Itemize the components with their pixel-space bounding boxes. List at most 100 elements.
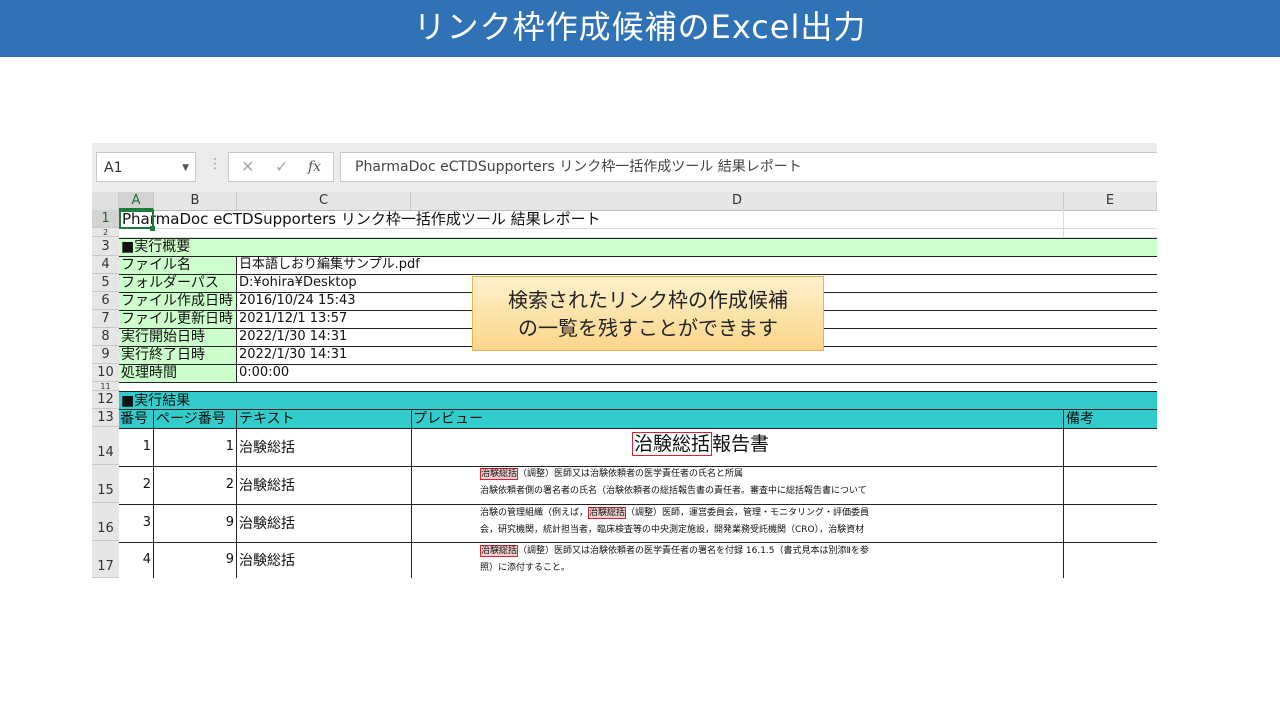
cancel-icon[interactable]: ✕ [241, 157, 254, 176]
border [119, 364, 1157, 365]
preview-text: （調整）医師又は治験依頼者の医学責任者の署名を付録 16.1.5（書式見本は別添… [518, 546, 869, 556]
row-header[interactable]: 12 [92, 391, 119, 409]
row-header[interactable]: 1 [92, 210, 119, 228]
summary-label[interactable]: ファイル更新日時 [119, 310, 237, 328]
summary-header[interactable]: ■実行概要 [119, 238, 1157, 256]
result-number[interactable]: 1 [119, 428, 151, 466]
gridline [119, 228, 1157, 229]
border [411, 410, 412, 578]
border [119, 382, 1157, 383]
column-header-e[interactable]: E [1064, 192, 1157, 210]
summary-value[interactable]: 日本語しおり編集サンプル.pdf [237, 256, 637, 274]
summary-label[interactable]: フォルダーパス [119, 274, 237, 292]
formula-bar: A1 ▼ ⋮ ✕ ✓ fx PharmaDoc eCTDSupporters リ… [92, 143, 1157, 192]
results-column-header[interactable]: 番号 [119, 410, 154, 428]
preview-line: 照）に添付すること。 [480, 563, 571, 573]
result-text[interactable]: 治験総括 [237, 504, 411, 542]
row-header[interactable]: 17 [92, 541, 119, 578]
result-text[interactable]: 治験総括 [237, 466, 411, 504]
result-page[interactable]: 9 [154, 504, 234, 542]
border [236, 256, 237, 382]
results-column-header[interactable]: 備考 [1064, 410, 1157, 428]
row-header[interactable]: 5 [92, 274, 119, 292]
more-options-icon[interactable]: ⋮ [208, 156, 222, 172]
summary-label[interactable]: 実行終了日時 [119, 346, 237, 364]
result-page[interactable]: 9 [154, 542, 234, 578]
border [119, 409, 1157, 410]
row-header[interactable]: 3 [92, 237, 119, 256]
result-number[interactable]: 4 [119, 542, 151, 578]
result-number[interactable]: 2 [119, 466, 151, 504]
preview-highlight: 治験総括 [632, 432, 713, 456]
border [119, 542, 1157, 543]
row-header[interactable]: 6 [92, 292, 119, 310]
fill-handle[interactable] [150, 226, 155, 231]
preview-highlight: 治験総括 [480, 468, 519, 480]
preview-highlight: 治験総括 [588, 507, 627, 519]
preview-line: 治験総括（調整）医師又は治験依頼者の医学責任者の署名を付録 16.1.5（書式見… [480, 543, 869, 557]
row-header[interactable]: 2 [92, 228, 119, 237]
preview-line: 会，研究機関，統計担当者，臨床検査等の中央測定施設，開発業務受託機関（CRO），… [480, 525, 865, 535]
results-header[interactable]: ■実行結果 [119, 392, 1157, 410]
preview-text: （調整）医師，運営委員会，管理・モニタリング・評価委員 [626, 508, 870, 518]
callout-box: 検索されたリンク枠の作成候補 の一覧を残すことができます [472, 276, 824, 351]
formula-input[interactable]: PharmaDoc eCTDSupporters リンク枠一括作成ツール 結果レ… [340, 152, 1157, 182]
result-text[interactable]: 治験総括 [237, 542, 411, 578]
border [1063, 410, 1064, 578]
summary-label[interactable]: 実行開始日時 [119, 328, 237, 346]
formula-buttons: ✕ ✓ fx [228, 152, 334, 182]
row-header[interactable]: 11 [92, 382, 119, 391]
select-all-corner[interactable] [92, 192, 119, 210]
row-header[interactable]: 14 [92, 427, 119, 465]
border [119, 274, 1157, 275]
column-header-a[interactable]: A [119, 192, 154, 210]
function-icon[interactable]: fx [308, 159, 321, 175]
row-header[interactable]: 9 [92, 346, 119, 364]
result-page[interactable]: 2 [154, 466, 234, 504]
callout-line: 検索されたリンク枠の作成候補 [508, 288, 788, 312]
excel-screenshot: A1 ▼ ⋮ ✕ ✓ fx PharmaDoc eCTDSupporters リ… [92, 143, 1157, 578]
column-header-c[interactable]: C [237, 192, 411, 210]
summary-label[interactable]: 処理時間 [119, 364, 237, 382]
row-headers: 1 2 3 4 5 6 7 8 9 10 11 12 13 14 15 16 1… [92, 210, 119, 578]
preview-line: 治験総括（調整）医師又は治験依頼者の医学責任者の氏名と所属 [480, 466, 744, 480]
row-header[interactable]: 13 [92, 409, 119, 427]
name-box-value: A1 [104, 160, 123, 176]
name-box[interactable]: A1 ▼ [96, 152, 196, 182]
preview-line: 治験の管理組織（例えば，治験総括（調整）医師，運営委員会，管理・モニタリング・評… [480, 505, 870, 519]
results-column-header[interactable]: ページ番号 [154, 410, 237, 428]
active-cell-outline [119, 210, 154, 229]
border [119, 466, 1157, 467]
result-text[interactable]: 治験総括 [237, 428, 411, 466]
preview-text: 報告書 [712, 433, 770, 455]
border [119, 391, 1157, 392]
preview-line: 治験依頼者側の署名者の氏名（治験依頼者の総括報告書の責任者。審査中に総括報告書に… [480, 486, 867, 496]
column-headers: A B C D E [92, 192, 1157, 211]
result-number[interactable]: 3 [119, 504, 151, 542]
row-header[interactable]: 4 [92, 256, 119, 274]
slide-title: リンク枠作成候補のExcel出力 [413, 8, 867, 46]
preview-heading: 治験総括 報告書 [632, 429, 769, 456]
row-header[interactable]: 16 [92, 503, 119, 541]
row-header[interactable]: 7 [92, 310, 119, 328]
row-header[interactable]: 8 [92, 328, 119, 346]
row-header[interactable]: 10 [92, 364, 119, 382]
results-column-header[interactable]: テキスト [237, 410, 411, 428]
border [119, 504, 1157, 505]
summary-value[interactable]: 0:00:00 [237, 364, 637, 382]
result-page[interactable]: 1 [154, 428, 234, 466]
callout-line: の一覧を残すことができます [518, 316, 778, 340]
border [153, 410, 154, 578]
preview-text: （調整）医師又は治験依頼者の医学責任者の氏名と所属 [518, 469, 744, 479]
row-header[interactable]: 15 [92, 465, 119, 503]
summary-label[interactable]: ファイル作成日時 [119, 292, 237, 310]
enter-icon[interactable]: ✓ [275, 157, 288, 176]
column-header-d[interactable]: D [411, 192, 1064, 210]
chevron-down-icon[interactable]: ▼ [182, 153, 189, 183]
border [119, 238, 1157, 239]
summary-label[interactable]: ファイル名 [119, 256, 237, 274]
preview-highlight: 治験総括 [480, 545, 519, 557]
sheet-title-cell[interactable]: PharmaDoc eCTDSupporters リンク枠一括作成ツール 結果レ… [119, 210, 1157, 228]
results-column-header[interactable]: プレビュー [411, 410, 1064, 428]
column-header-b[interactable]: B [154, 192, 237, 210]
